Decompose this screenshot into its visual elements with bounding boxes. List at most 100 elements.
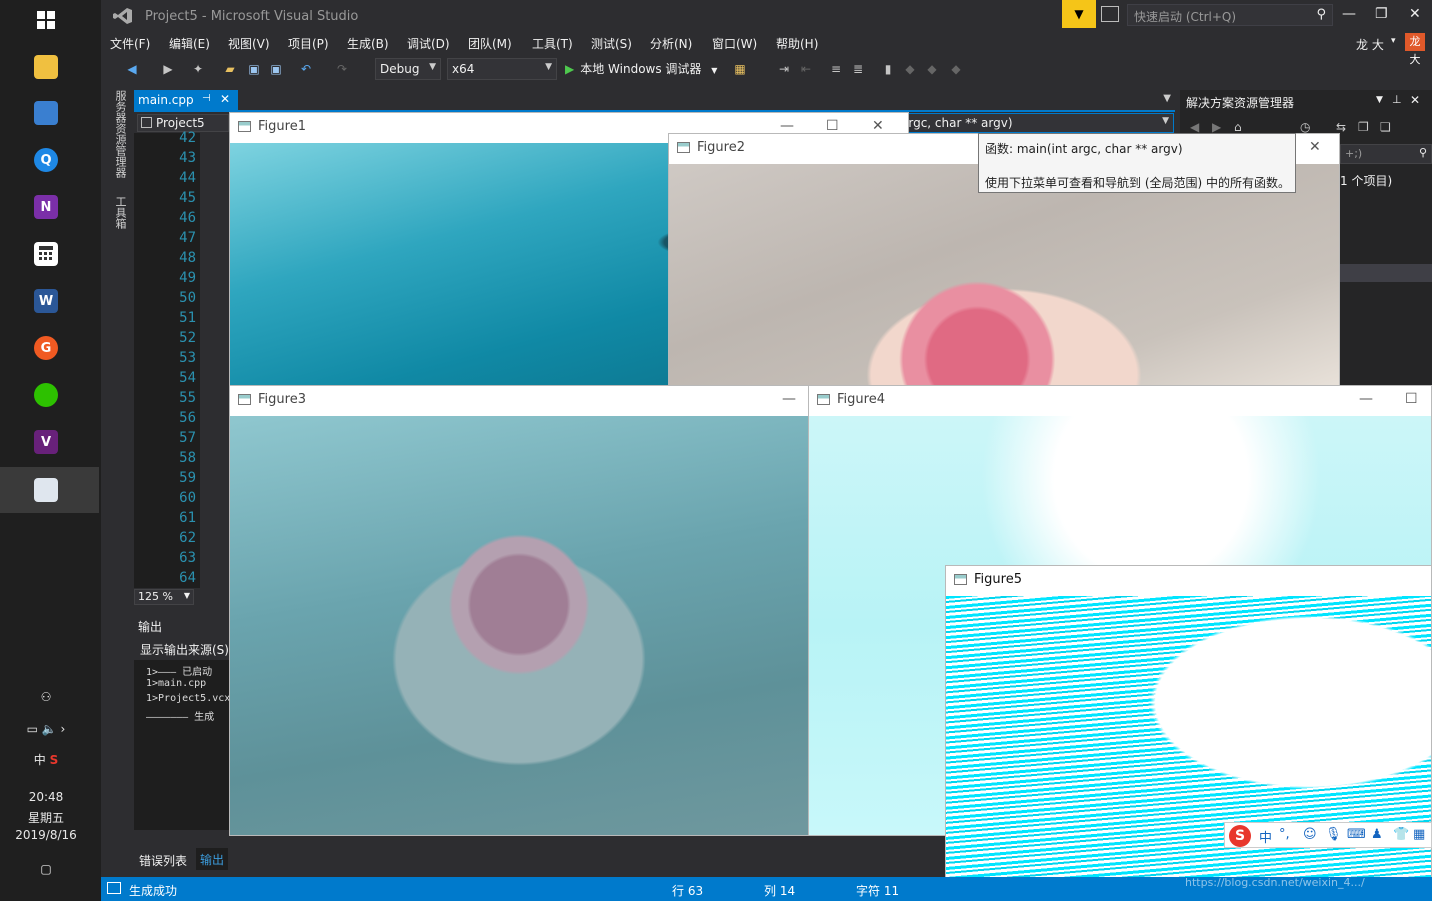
user-name[interactable]: 龙 大 <box>1356 36 1384 53</box>
minimize-button[interactable]: — <box>780 118 794 134</box>
file-explorer-icon[interactable] <box>34 55 58 79</box>
menu-window[interactable]: 窗口(W) <box>712 35 757 52</box>
microphone-icon[interactable]: 🎙 <box>1325 827 1342 842</box>
figure5-title-bar[interactable]: Figure5 <box>946 566 1431 596</box>
tab-toolbox[interactable]: 工具箱 <box>108 196 128 240</box>
pin-icon[interactable]: ⊣ <box>202 93 211 104</box>
tab-error-list[interactable]: 错误列表 <box>139 852 187 869</box>
uncomment-icon[interactable]: ≣ <box>851 62 865 76</box>
ime-punctuation[interactable]: °, <box>1279 827 1290 842</box>
redo-icon[interactable]: ↷ <box>335 62 349 76</box>
ime-toolbar[interactable]: S 中 °, ☺ 🎙 ⌨ ♟ 👕 ▦ <box>1224 822 1432 848</box>
network-icon[interactable] <box>34 101 58 125</box>
figure4-title-bar[interactable]: Figure4 — ☐ <box>809 386 1431 416</box>
function-dropdown[interactable]: argc, char ** argv) ▼ <box>894 113 1174 133</box>
tab-main-cpp[interactable]: main.cpp ⊣ ✕ <box>134 90 238 110</box>
menu-analyze[interactable]: 分析(N) <box>650 35 692 52</box>
user-dropdown-icon[interactable]: ▾ <box>1391 36 1396 46</box>
history-icon[interactable]: ◷ <box>1300 120 1310 134</box>
ime-indicator[interactable]: 中 S <box>0 751 92 768</box>
figure-app-icon[interactable] <box>34 478 58 502</box>
pin-icon[interactable]: ⊥ <box>1392 93 1402 106</box>
people-icon[interactable]: ⚇ <box>0 690 92 704</box>
forward-icon[interactable]: ▶ <box>1212 120 1221 134</box>
menu-test[interactable]: 测试(S) <box>591 35 632 52</box>
menu-file[interactable]: 文件(F) <box>110 35 150 52</box>
bookmark-icon[interactable]: ▮ <box>881 62 895 76</box>
close-tab-icon[interactable]: ✕ <box>220 92 230 106</box>
figure3-title-bar[interactable]: Figure3 — <box>230 386 808 416</box>
notification-center-icon[interactable]: ▢ <box>0 862 92 876</box>
sogou-icon[interactable]: S <box>50 753 59 767</box>
start-debugging-button[interactable]: ▶ 本地 Windows 调试器 ▼ <box>565 60 717 77</box>
back-icon[interactable]: ◀ <box>125 62 139 76</box>
menu-view[interactable]: 视图(V) <box>228 35 270 52</box>
selected-tree-row[interactable] <box>1340 264 1432 282</box>
configuration-dropdown[interactable]: Debug ▼ <box>375 58 441 80</box>
step-icon[interactable]: ⇥ <box>777 62 791 76</box>
filter-icon[interactable]: ▼ <box>1062 0 1096 28</box>
sync-icon[interactable]: ⇆ <box>1336 120 1346 134</box>
user-icon[interactable]: ♟ <box>1371 827 1383 842</box>
new-project-icon[interactable]: ✦ <box>191 62 205 76</box>
clock-time[interactable]: 20:48 <box>0 790 92 804</box>
browser-icon[interactable]: Q <box>34 148 58 172</box>
prev-bookmark-icon[interactable]: ◆ <box>903 62 917 76</box>
figure5-window[interactable]: Figure5 <box>945 565 1432 901</box>
forward-icon[interactable]: ▶ <box>161 62 175 76</box>
chevron-down-icon[interactable]: ▼ <box>184 591 190 600</box>
search-icon[interactable]: ⚲ <box>1419 146 1427 159</box>
menu-tools[interactable]: 工具(T) <box>532 35 573 52</box>
minimize-button[interactable]: — <box>782 391 796 407</box>
onenote-icon[interactable]: N <box>34 195 58 219</box>
close-button[interactable]: ✕ <box>872 118 884 134</box>
comment-icon[interactable]: ≡ <box>829 62 843 76</box>
chevron-down-icon[interactable]: ▼ <box>711 66 717 75</box>
panel-menu-icon[interactable]: ▼ <box>1376 95 1383 105</box>
zoom-dropdown[interactable]: 125 % ▼ <box>134 589 194 605</box>
minimize-button[interactable]: — <box>1359 391 1373 407</box>
save-all-icon[interactable]: ▣ <box>269 62 283 76</box>
menu-build[interactable]: 生成(B) <box>347 35 389 52</box>
sogou-logo-icon[interactable]: S <box>1229 825 1251 847</box>
tab-list-icon[interactable]: ▼ <box>1163 93 1171 104</box>
solution-search-input[interactable]: +;) ⚲ <box>1340 144 1432 164</box>
feedback-icon[interactable] <box>1101 6 1119 22</box>
open-file-icon[interactable]: ▰ <box>223 62 237 76</box>
close-button[interactable]: ✕ <box>1409 6 1421 22</box>
figure3-window[interactable]: Figure3 — <box>229 385 809 836</box>
undo-icon[interactable]: ↶ <box>299 62 313 76</box>
app-icon[interactable]: G <box>34 336 58 360</box>
chevron-down-icon[interactable]: ▼ <box>1162 116 1169 126</box>
maximize-button[interactable]: ❐ <box>1375 6 1388 22</box>
skin-icon[interactable]: 👕 <box>1393 827 1409 842</box>
browse-icon[interactable]: ▦ <box>733 62 747 76</box>
show-all-icon[interactable]: ❏ <box>1380 120 1391 134</box>
back-icon[interactable]: ◀ <box>1190 120 1199 134</box>
close-icon[interactable]: ✕ <box>1410 93 1420 107</box>
wechat-icon[interactable] <box>34 383 58 407</box>
save-icon[interactable]: ▣ <box>247 62 261 76</box>
collapse-icon[interactable]: ❐ <box>1358 120 1369 134</box>
windows-start-icon[interactable] <box>34 8 58 32</box>
output-text-area[interactable]: 1>——— 已启动 1>main.cpp 1>Project5.vcx ————… <box>134 660 234 830</box>
calculator-icon[interactable] <box>34 242 58 266</box>
ime-language[interactable]: 中 <box>1259 827 1272 846</box>
home-icon[interactable]: ⌂ <box>1234 120 1242 134</box>
emoji-icon[interactable]: ☺ <box>1303 827 1317 842</box>
step-over-icon[interactable]: ⇤ <box>799 62 813 76</box>
platform-dropdown[interactable]: x64 ▼ <box>447 58 557 80</box>
keyboard-icon[interactable]: ⌨ <box>1347 827 1366 842</box>
quick-launch-input[interactable]: 快速启动 (Ctrl+Q) ⚲ <box>1127 4 1333 26</box>
tab-output[interactable]: 输出 <box>196 848 229 870</box>
tab-server-explorer[interactable]: 服务器资源管理器 <box>108 90 128 190</box>
solution-node[interactable]: 1 个项目) <box>1340 172 1392 189</box>
grid-icon[interactable]: ▦ <box>1413 827 1425 842</box>
search-icon[interactable]: ⚲ <box>1316 7 1326 22</box>
visual-studio-icon[interactable]: V <box>34 430 58 454</box>
next-bookmark-icon[interactable]: ◆ <box>925 62 939 76</box>
close-button[interactable]: ✕ <box>1309 139 1321 155</box>
menu-debug[interactable]: 调试(D) <box>407 35 450 52</box>
menu-project[interactable]: 项目(P) <box>288 35 329 52</box>
minimize-button[interactable]: — <box>1342 6 1356 22</box>
